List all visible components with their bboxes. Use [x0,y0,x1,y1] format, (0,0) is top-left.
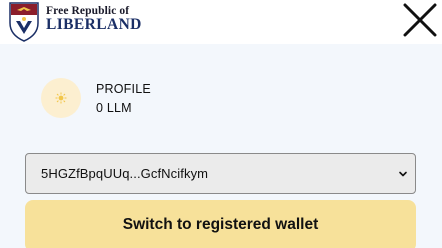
sun-icon [55,92,67,104]
header-bar: Free Republic of LIBERLAND [0,0,442,44]
liberland-seal-icon [9,2,39,42]
liberland-logo[interactable]: Free Republic of LIBERLAND [8,1,142,43]
wallet-address-value: 5HGZfBpqUUq...GcfNcifkym [41,166,209,181]
profile-name: PROFILE [96,81,151,96]
logo-title-line2: LIBERLAND [46,16,142,33]
switch-button-label: Switch to registered wallet [122,216,319,233]
profile-section: PROFILE 0 LLM [41,78,151,118]
wallet-select[interactable]: 5HGZfBpqUUq...GcfNcifkym [25,153,416,194]
profile-balance: 0 LLM [96,100,132,115]
avatar [41,78,81,118]
close-icon [403,3,437,37]
close-button[interactable] [400,0,440,40]
chevron-down-icon [399,171,407,177]
switch-to-registered-wallet-button[interactable]: Switch to registered wallet [25,200,416,248]
